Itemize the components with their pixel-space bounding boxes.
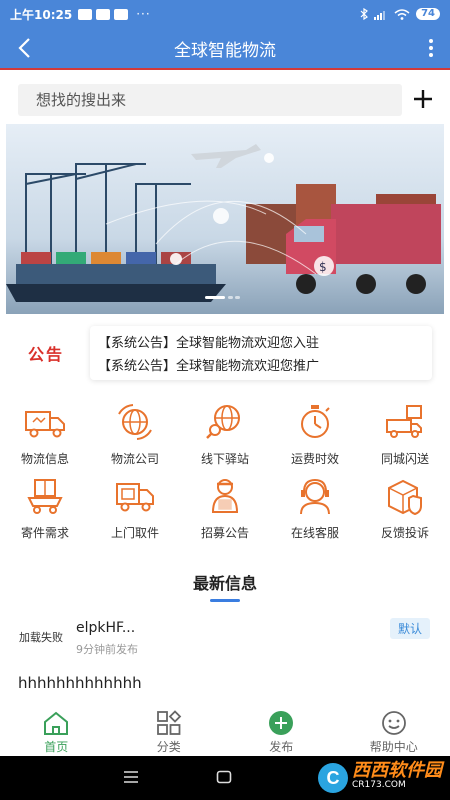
grid-item-door-pickup[interactable]: 上门取件: [90, 476, 180, 550]
message-icon: [114, 8, 129, 20]
grid-item-label: 物流公司: [110, 452, 159, 466]
courier-icon: [211, 479, 239, 513]
tab-label: 分类: [156, 740, 181, 754]
watermark-sub: CR173.COM: [352, 780, 406, 790]
search-input[interactable]: [36, 91, 402, 109]
tab-label: 帮助中心: [369, 740, 418, 754]
menu-icon[interactable]: [123, 770, 139, 784]
post-content[interactable]: hhhhhhhhhhhhh: [18, 674, 142, 692]
watermark-logo-icon: C: [318, 763, 348, 793]
grid-item-logistics-company[interactable]: 物流公司: [90, 402, 180, 476]
announcement-line[interactable]: 【系统公告】全球智能物流欢迎您入驻: [98, 332, 424, 351]
cart-box-icon: [27, 479, 63, 514]
announcement-label: 公告: [27, 345, 64, 364]
more-menu-button[interactable]: [426, 36, 436, 60]
grid-item-label: 同城闪送: [380, 452, 429, 466]
delivery-van-icon: [386, 405, 422, 438]
package-shield-icon: [388, 479, 422, 516]
grid-item-recruitment[interactable]: 招募公告: [180, 476, 270, 550]
grid-item-feedback[interactable]: 反馈投诉: [360, 476, 450, 550]
home-icon: [44, 711, 69, 735]
wifi-icon: [394, 8, 410, 20]
notification-icons: [78, 8, 129, 20]
tab-home[interactable]: 首页: [11, 706, 101, 756]
status-bar: 上午10:25 ··· 74: [0, 0, 450, 28]
pickup-truck-icon: [116, 483, 154, 512]
bottom-tab-bar: 首页 分类 发布 帮助中心: [0, 706, 450, 756]
grid-item-label: 在线客服: [290, 526, 339, 540]
section-underline: [210, 599, 240, 602]
announcement: 公告 【系统公告】全球智能物流欢迎您入驻 【系统公告】全球智能物流欢迎您推广: [4, 326, 434, 380]
category-icon: [156, 710, 182, 735]
search-bar: [18, 84, 402, 116]
truck-icon: [25, 411, 65, 438]
post-time: 9分钟前发布: [76, 643, 138, 656]
grid-item-freight-time[interactable]: 运费时效: [270, 402, 360, 476]
message-icon: [96, 8, 111, 20]
grid-item-label: 线下驿站: [200, 452, 249, 466]
message-icon: [78, 8, 93, 20]
section-title: 最新信息: [192, 574, 257, 593]
support-agent-icon: [300, 478, 330, 515]
grid-item-online-service[interactable]: 在线客服: [270, 476, 360, 550]
watermark: C 西西软件园 CR173.COM: [318, 762, 442, 794]
announcement-box[interactable]: 【系统公告】全球智能物流欢迎您入驻 【系统公告】全球智能物流欢迎您推广: [90, 326, 432, 380]
grid-item-logistics-info[interactable]: 物流信息: [0, 402, 90, 476]
announcement-line[interactable]: 【系统公告】全球智能物流欢迎您推广: [98, 355, 424, 374]
dot: [429, 39, 433, 43]
grid-item-shipping-request[interactable]: 寄件需求: [0, 476, 90, 550]
tab-publish[interactable]: 发布: [236, 706, 326, 756]
globe-arrows-icon: [118, 404, 152, 440]
tab-label: 首页: [44, 740, 69, 754]
bluetooth-icon: [360, 8, 369, 20]
post-author: elpkHF...: [76, 620, 136, 636]
banner-image[interactable]: $: [6, 124, 444, 314]
signal-icon: [374, 10, 386, 20]
home-button-icon[interactable]: [216, 770, 232, 784]
globe-search-icon: [206, 405, 240, 439]
grid-item-label: 反馈投诉: [380, 526, 429, 540]
watermark-text: 西西软件园: [352, 760, 442, 781]
service-grid: 物流信息 物流公司 线下驿站 运费时效 同城闪送 寄件需求 上门取件 招募公告 …: [0, 402, 450, 550]
dot: [429, 53, 433, 57]
header: 全球智能物流: [0, 28, 450, 70]
system-nav-bar: C 西西软件园 CR173.COM: [0, 756, 450, 800]
back-arrow-icon[interactable]: [14, 36, 38, 60]
status-time: 上午10:25: [10, 7, 73, 22]
add-circle-icon: [269, 711, 294, 735]
svg-text:$: $: [319, 260, 327, 274]
ship: [6, 284, 226, 302]
tab-help-center[interactable]: 帮助中心: [349, 706, 439, 756]
add-button[interactable]: [412, 88, 434, 110]
grid-item-label: 招募公告: [200, 526, 249, 540]
grid-item-label: 物流信息: [20, 452, 69, 466]
grid-item-same-city-express[interactable]: 同城闪送: [360, 402, 450, 476]
battery-indicator: 74: [416, 8, 440, 20]
smile-icon: [381, 711, 406, 735]
tab-label: 发布: [269, 740, 294, 754]
category-tag: 默认: [389, 618, 430, 639]
dot: [429, 46, 433, 50]
stopwatch-icon: [301, 405, 330, 438]
grid-item-label: 寄件需求: [20, 526, 69, 540]
grid-item-label: 运费时效: [290, 452, 339, 466]
page-title: 全球智能物流: [174, 40, 276, 61]
grid-item-label: 上门取件: [110, 526, 159, 540]
tab-category[interactable]: 分类: [124, 706, 214, 756]
more-notifications: ···: [136, 7, 151, 21]
thumbnail-placeholder: 加载失败: [19, 630, 63, 644]
list-item[interactable]: 加载失败 elpkHF... 9分钟前发布 默认: [16, 614, 436, 664]
grid-item-offline-station[interactable]: 线下驿站: [180, 402, 270, 476]
